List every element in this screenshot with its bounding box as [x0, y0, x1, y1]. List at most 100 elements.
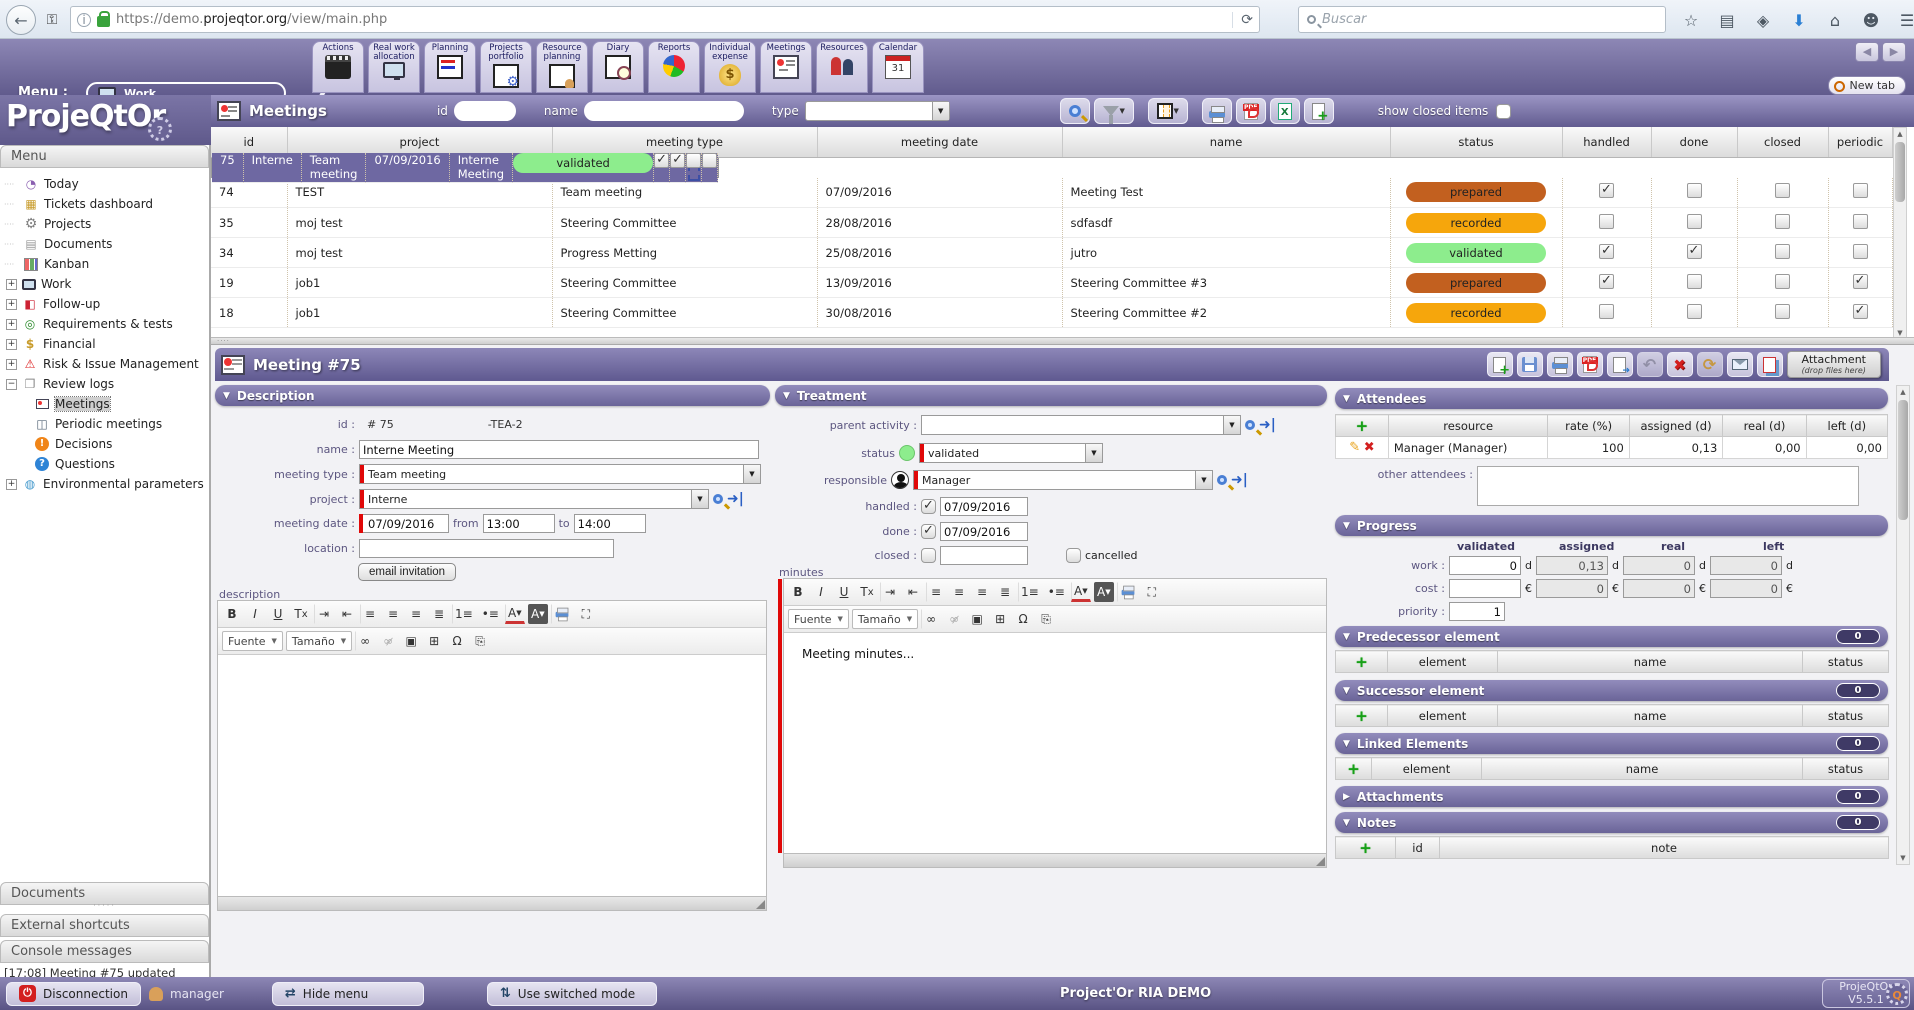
sidebar-item-today[interactable]: ····◔Today — [4, 174, 209, 194]
handled-checkbox[interactable] — [1599, 214, 1614, 229]
expander-plus[interactable]: + — [6, 279, 17, 290]
align-right-icon[interactable]: ≡ — [406, 604, 426, 624]
underline-icon[interactable]: U — [268, 604, 288, 624]
handled-checkbox[interactable] — [1599, 274, 1614, 289]
text-color-icon[interactable]: A▼ — [1071, 582, 1091, 602]
disconnect-button[interactable]: ⏻Disconnection — [6, 982, 141, 1006]
expander-plus[interactable]: + — [6, 359, 17, 370]
ordered-list-icon[interactable]: 1≡ — [1018, 582, 1042, 602]
site-info-icon[interactable]: i — [77, 13, 91, 27]
bullet-list-icon[interactable]: •≡ — [479, 604, 502, 624]
to-time-input[interactable] — [574, 514, 646, 533]
logo-gear-badge[interactable]: ? — [148, 117, 172, 141]
bold-icon[interactable]: B — [222, 604, 242, 624]
attachment-drop-button[interactable]: Attachment (drop files here) — [1787, 351, 1882, 378]
description-section-header[interactable]: ▼Description — [215, 385, 770, 406]
predecessor-section-header[interactable]: ▼Predecessor element0 — [1335, 626, 1888, 647]
location-input[interactable] — [359, 539, 614, 558]
handled-checkbox[interactable] — [654, 153, 669, 168]
show-closed-checkbox[interactable] — [1496, 104, 1511, 119]
special-char-icon[interactable]: Ω — [1013, 609, 1033, 629]
done-checkbox[interactable] — [1687, 274, 1702, 289]
sidebar-splitter[interactable]: ····· — [0, 903, 209, 913]
periodic-checkbox[interactable] — [1853, 274, 1868, 289]
underline-icon[interactable]: U — [834, 582, 854, 602]
handled-detail-checkbox[interactable] — [921, 499, 936, 514]
reading-list-icon[interactable]: ▤ — [1712, 5, 1742, 35]
done-checkbox[interactable] — [1687, 214, 1702, 229]
font-dropdown[interactable]: Fuente▼ — [222, 631, 283, 651]
print-icon[interactable] — [551, 604, 573, 624]
account-icon[interactable]: ☻ — [1856, 5, 1886, 35]
unlink-icon[interactable]: ∞̷ — [378, 631, 398, 651]
attendees-section-header[interactable]: ▼Attendees — [1335, 388, 1888, 409]
expander-minus[interactable]: − — [6, 379, 17, 390]
align-center-icon[interactable]: ≡ — [383, 604, 403, 624]
filter-type-select[interactable]: ▼ — [805, 101, 950, 121]
project-goto-icon[interactable]: ➜| — [727, 491, 744, 507]
project-field-select[interactable]: Interne▼ — [359, 489, 709, 509]
align-left-icon[interactable]: ≡ — [360, 604, 380, 624]
list-scrollbar[interactable]: ▲▼ — [1893, 127, 1907, 340]
outdent-icon[interactable]: ⇤ — [903, 582, 923, 602]
remove-format-icon[interactable]: Tx — [291, 604, 311, 624]
done-detail-checkbox[interactable] — [921, 524, 936, 539]
progress-section-header[interactable]: ▼Progress — [1335, 515, 1888, 536]
copy-button[interactable] — [1607, 352, 1633, 377]
col-status[interactable]: status — [1390, 127, 1562, 157]
unlink-icon[interactable]: ∞̷ — [944, 609, 964, 629]
align-right-icon[interactable]: ≡ — [972, 582, 992, 602]
priority-input[interactable] — [1449, 602, 1505, 621]
undo-button[interactable]: ↶ — [1637, 352, 1663, 377]
sidebar-item-environmental[interactable]: +◍Environmental parameters — [4, 474, 209, 494]
handled-checkbox[interactable] — [1599, 183, 1614, 198]
image-icon[interactable]: ▣ — [967, 609, 987, 629]
add-linked-cell[interactable]: + — [1336, 758, 1372, 780]
periodic-checkbox[interactable] — [1853, 244, 1868, 259]
parent-goto-icon[interactable]: ➜| — [1259, 417, 1276, 433]
table-icon[interactable]: ⊞ — [990, 609, 1010, 629]
add-note-cell[interactable]: + — [1336, 837, 1396, 859]
url-text[interactable]: https://demo.projeqtor.org/view/main.php — [116, 12, 387, 27]
justify-icon[interactable]: ≣ — [995, 582, 1015, 602]
align-center-icon[interactable]: ≡ — [949, 582, 969, 602]
paste-icon[interactable]: ⎘ — [470, 631, 490, 651]
closed-checkbox[interactable] — [1775, 214, 1790, 229]
maximize-icon[interactable]: ⛶ — [1142, 582, 1162, 602]
sidebar-menu-header[interactable]: Menu — [0, 145, 209, 168]
treatment-section-header[interactable]: ▼Treatment — [775, 385, 1327, 406]
periodic-checkbox[interactable] — [1853, 304, 1868, 319]
work-validated-input[interactable] — [1449, 556, 1521, 575]
align-left-icon[interactable]: ≡ — [926, 582, 946, 602]
edit-icon[interactable]: ✎ — [1349, 440, 1360, 455]
pdf-tool-button[interactable] — [1236, 98, 1266, 124]
tab-diary[interactable]: Diary — [592, 41, 644, 93]
col-meeting-date[interactable]: meeting date — [817, 127, 1062, 157]
filter-tool-button[interactable]: ▼ — [1094, 98, 1134, 124]
attachments-section-header[interactable]: ▶Attachments0 — [1335, 786, 1888, 807]
size-dropdown[interactable]: Tamaño▼ — [286, 631, 352, 651]
maximize-icon[interactable]: ⛶ — [576, 604, 596, 624]
name-input[interactable] — [359, 440, 759, 459]
successor-section-header[interactable]: ▼Successor element0 — [1335, 680, 1888, 701]
clone-button[interactable] — [1757, 352, 1783, 377]
closed-checkbox[interactable] — [686, 153, 701, 168]
resize-grip-icon[interactable] — [1316, 857, 1325, 866]
email-button[interactable] — [1727, 352, 1753, 377]
outdent-icon[interactable]: ⇤ — [337, 604, 357, 624]
print-icon[interactable] — [1117, 582, 1139, 602]
menu-hamburger-icon[interactable]: ☰ — [1892, 5, 1914, 35]
responsible-select[interactable]: Manager▼ — [913, 470, 1213, 490]
sidebar-item-kanban[interactable]: ····Kanban — [4, 254, 209, 274]
sidebar-item-questions[interactable]: ?Questions — [4, 454, 209, 474]
hide-menu-button[interactable]: ⇄Hide menu — [272, 982, 424, 1006]
refresh-button[interactable]: ⟳ — [1697, 352, 1723, 377]
table-row[interactable]: 34moj testProgress Metting25/08/2016jutr… — [211, 238, 1892, 268]
delete-x-icon[interactable]: ✖ — [1364, 440, 1375, 455]
responsible-goto-icon[interactable]: ➜| — [1231, 472, 1248, 488]
project-search-icon[interactable] — [713, 494, 723, 504]
pdf-button[interactable] — [1577, 352, 1603, 377]
table-icon[interactable]: ⊞ — [424, 631, 444, 651]
sidebar-item-projects[interactable]: ····⚙Projects — [4, 214, 209, 234]
new-button[interactable] — [1487, 352, 1513, 377]
